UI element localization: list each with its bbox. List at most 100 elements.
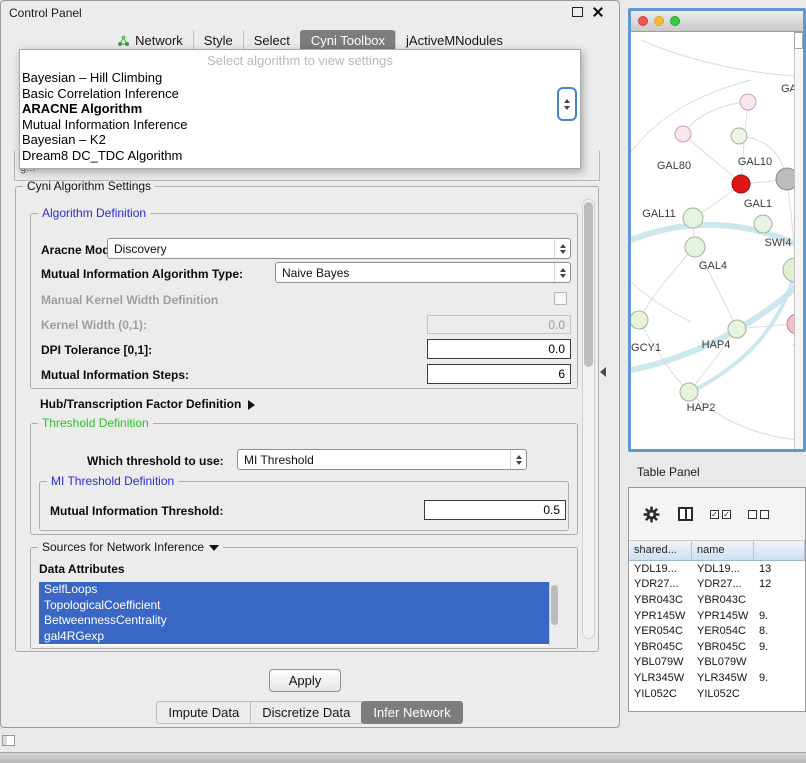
table-row[interactable]: YBR043CYBR043C xyxy=(629,592,805,608)
gear-icon[interactable] xyxy=(642,505,661,524)
cell: YBR045C xyxy=(692,641,754,653)
table-row[interactable]: YPR145WYPR145W9. xyxy=(629,608,805,624)
node-label: GCY1 xyxy=(631,342,661,354)
table-row[interactable]: YIL052CYIL052C xyxy=(629,686,805,702)
table-row[interactable]: YDR27...YDR27...12 xyxy=(629,577,805,593)
manual-kernel-checkbox[interactable] xyxy=(554,292,567,305)
tab-select[interactable]: Select xyxy=(243,30,300,51)
mi-threshold-label: Mutual Information Threshold: xyxy=(50,504,223,518)
combo-value: MI Threshold xyxy=(238,453,510,467)
network-canvas[interactable]: GAL80 GAL10 GAL11 GAL1 SWI4 GAL4 GCY1 HA… xyxy=(631,32,803,452)
minimize-window-icon[interactable] xyxy=(654,16,664,26)
restore-panel-icon[interactable] xyxy=(2,735,15,746)
table-panel-title: Table Panel xyxy=(637,465,700,479)
scrollbar-thumb[interactable] xyxy=(551,585,558,625)
mi-threshold-definition-group: MI Threshold Definition Mutual Informati… xyxy=(39,481,569,531)
dropdown-item[interactable]: Bayesian – K2 xyxy=(20,132,580,148)
combo-value: Discovery xyxy=(108,242,554,256)
cell: YDR27... xyxy=(629,578,692,590)
mi-type-combo[interactable]: Naive Bayes xyxy=(275,262,571,283)
mi-steps-field[interactable]: 6 xyxy=(427,364,571,384)
settings-scrollbar[interactable] xyxy=(582,199,595,639)
tab-style[interactable]: Style xyxy=(193,30,243,51)
aracne-mode-combo[interactable]: Discovery xyxy=(107,238,571,259)
panel-collapse-handle[interactable] xyxy=(600,367,606,377)
network-node[interactable] xyxy=(731,128,747,144)
kernel-width-field: 0.0 xyxy=(427,315,571,334)
cell: YLR345W xyxy=(629,672,692,684)
dpi-tolerance-field[interactable]: 0.0 xyxy=(427,339,571,359)
network-node[interactable] xyxy=(680,383,698,401)
table-row[interactable]: YLR345WYLR345W9. xyxy=(629,670,805,686)
float-window-icon[interactable] xyxy=(572,7,583,17)
cell: YBR045C xyxy=(629,641,692,653)
dropdown-item[interactable]: Bayesian – Hill Climbing xyxy=(20,70,580,86)
stepper-up-icon xyxy=(564,99,570,103)
which-threshold-label: Which threshold to use: xyxy=(87,454,224,468)
tab-network[interactable]: Network xyxy=(107,30,193,51)
column-header-shared-name[interactable]: shared... xyxy=(629,541,692,560)
table-row[interactable]: YBL079WYBL079W xyxy=(629,655,805,671)
unchecked-box-icon xyxy=(748,510,757,519)
network-node[interactable] xyxy=(631,311,648,329)
table-row[interactable]: YER054CYER054C8. xyxy=(629,623,805,639)
table-panel-window: shared... name YDL19...YDL19...13 YDR27.… xyxy=(628,487,806,712)
group-title: Threshold Definition xyxy=(38,416,153,430)
stepper-down-icon xyxy=(564,106,570,110)
tab-jactivemnodules[interactable]: jActiveMNodules xyxy=(395,30,513,51)
close-window-icon[interactable] xyxy=(638,16,648,26)
dropdown-item[interactable]: Dream8 DC_TDC Algorithm xyxy=(20,148,580,164)
scrollbar-thumb[interactable] xyxy=(584,202,593,367)
tab-infer-network[interactable]: Infer Network xyxy=(361,701,462,724)
hub-section-header[interactable]: Hub/Transcription Factor Definition xyxy=(40,397,255,411)
columns-icon[interactable] xyxy=(678,507,693,521)
apply-button[interactable]: Apply xyxy=(269,669,341,692)
network-node[interactable] xyxy=(740,94,756,110)
which-threshold-combo[interactable]: MI Threshold xyxy=(237,449,527,470)
tab-impute-data[interactable]: Impute Data xyxy=(156,701,251,724)
cell: YPR145W xyxy=(629,610,692,622)
algorithm-combo-stepper[interactable] xyxy=(557,87,577,121)
network-node[interactable] xyxy=(675,126,691,142)
network-node[interactable] xyxy=(683,208,703,228)
table-row[interactable]: YBR045CYBR045C9. xyxy=(629,639,805,655)
hub-section-label: Hub/Transcription Factor Definition xyxy=(40,397,241,411)
close-icon[interactable] xyxy=(593,7,603,17)
network-window-titlebar[interactable] xyxy=(631,11,803,32)
dropdown-item[interactable]: Basic Correlation Inference xyxy=(20,86,580,102)
cell: YPR145W xyxy=(692,610,754,622)
tab-discretize-data[interactable]: Discretize Data xyxy=(250,701,362,724)
mi-threshold-field[interactable]: 0.5 xyxy=(424,500,566,520)
network-view-window: GAL80 GAL10 GAL11 GAL1 SWI4 GAL4 GCY1 HA… xyxy=(628,8,806,452)
column-header-name[interactable]: name xyxy=(692,541,754,560)
select-all-rows-icon[interactable] xyxy=(710,510,731,519)
network-node-red[interactable] xyxy=(732,175,750,193)
tab-cyni-toolbox[interactable]: Cyni Toolbox xyxy=(300,30,395,51)
combo-value: Naive Bayes xyxy=(276,266,554,280)
sources-header[interactable]: Sources for Network Inference xyxy=(38,540,223,554)
network-vertical-scrollbar[interactable] xyxy=(794,32,803,452)
dropdown-item-selected[interactable]: ARACNE Algorithm xyxy=(20,101,580,117)
network-node[interactable] xyxy=(728,320,746,338)
cell: YIL052C xyxy=(692,688,754,700)
table-row[interactable]: YDL19...YDL19...13 xyxy=(629,561,805,577)
network-graph[interactable]: GAL80 GAL10 GAL11 GAL1 SWI4 GAL4 GCY1 HA… xyxy=(631,32,800,452)
tab-label: Style xyxy=(204,33,233,48)
list-scrollbar[interactable] xyxy=(549,582,559,646)
network-scrollbar-button[interactable] xyxy=(794,32,803,49)
list-item[interactable]: gal4RGexp xyxy=(39,629,559,645)
deselect-all-rows-icon[interactable] xyxy=(748,510,769,519)
list-item[interactable]: BetweennessCentrality xyxy=(39,613,559,629)
column-header-partial[interactable] xyxy=(754,541,805,560)
network-node[interactable] xyxy=(754,215,772,233)
unchecked-box-icon xyxy=(760,510,769,519)
list-item[interactable]: TopologicalCoefficient xyxy=(39,598,559,614)
dropdown-item[interactable]: Mutual Information Inference xyxy=(20,117,580,133)
window-traffic-lights xyxy=(638,16,680,26)
control-panel-window: Control Panel Network Style Select Cyni … xyxy=(0,0,620,728)
list-item[interactable]: SelfLoops xyxy=(39,582,559,598)
dropdown-prompt: Select algorithm to view settings xyxy=(20,52,580,70)
cell: 9. xyxy=(754,672,805,684)
zoom-window-icon[interactable] xyxy=(670,16,680,26)
network-node[interactable] xyxy=(685,237,705,257)
